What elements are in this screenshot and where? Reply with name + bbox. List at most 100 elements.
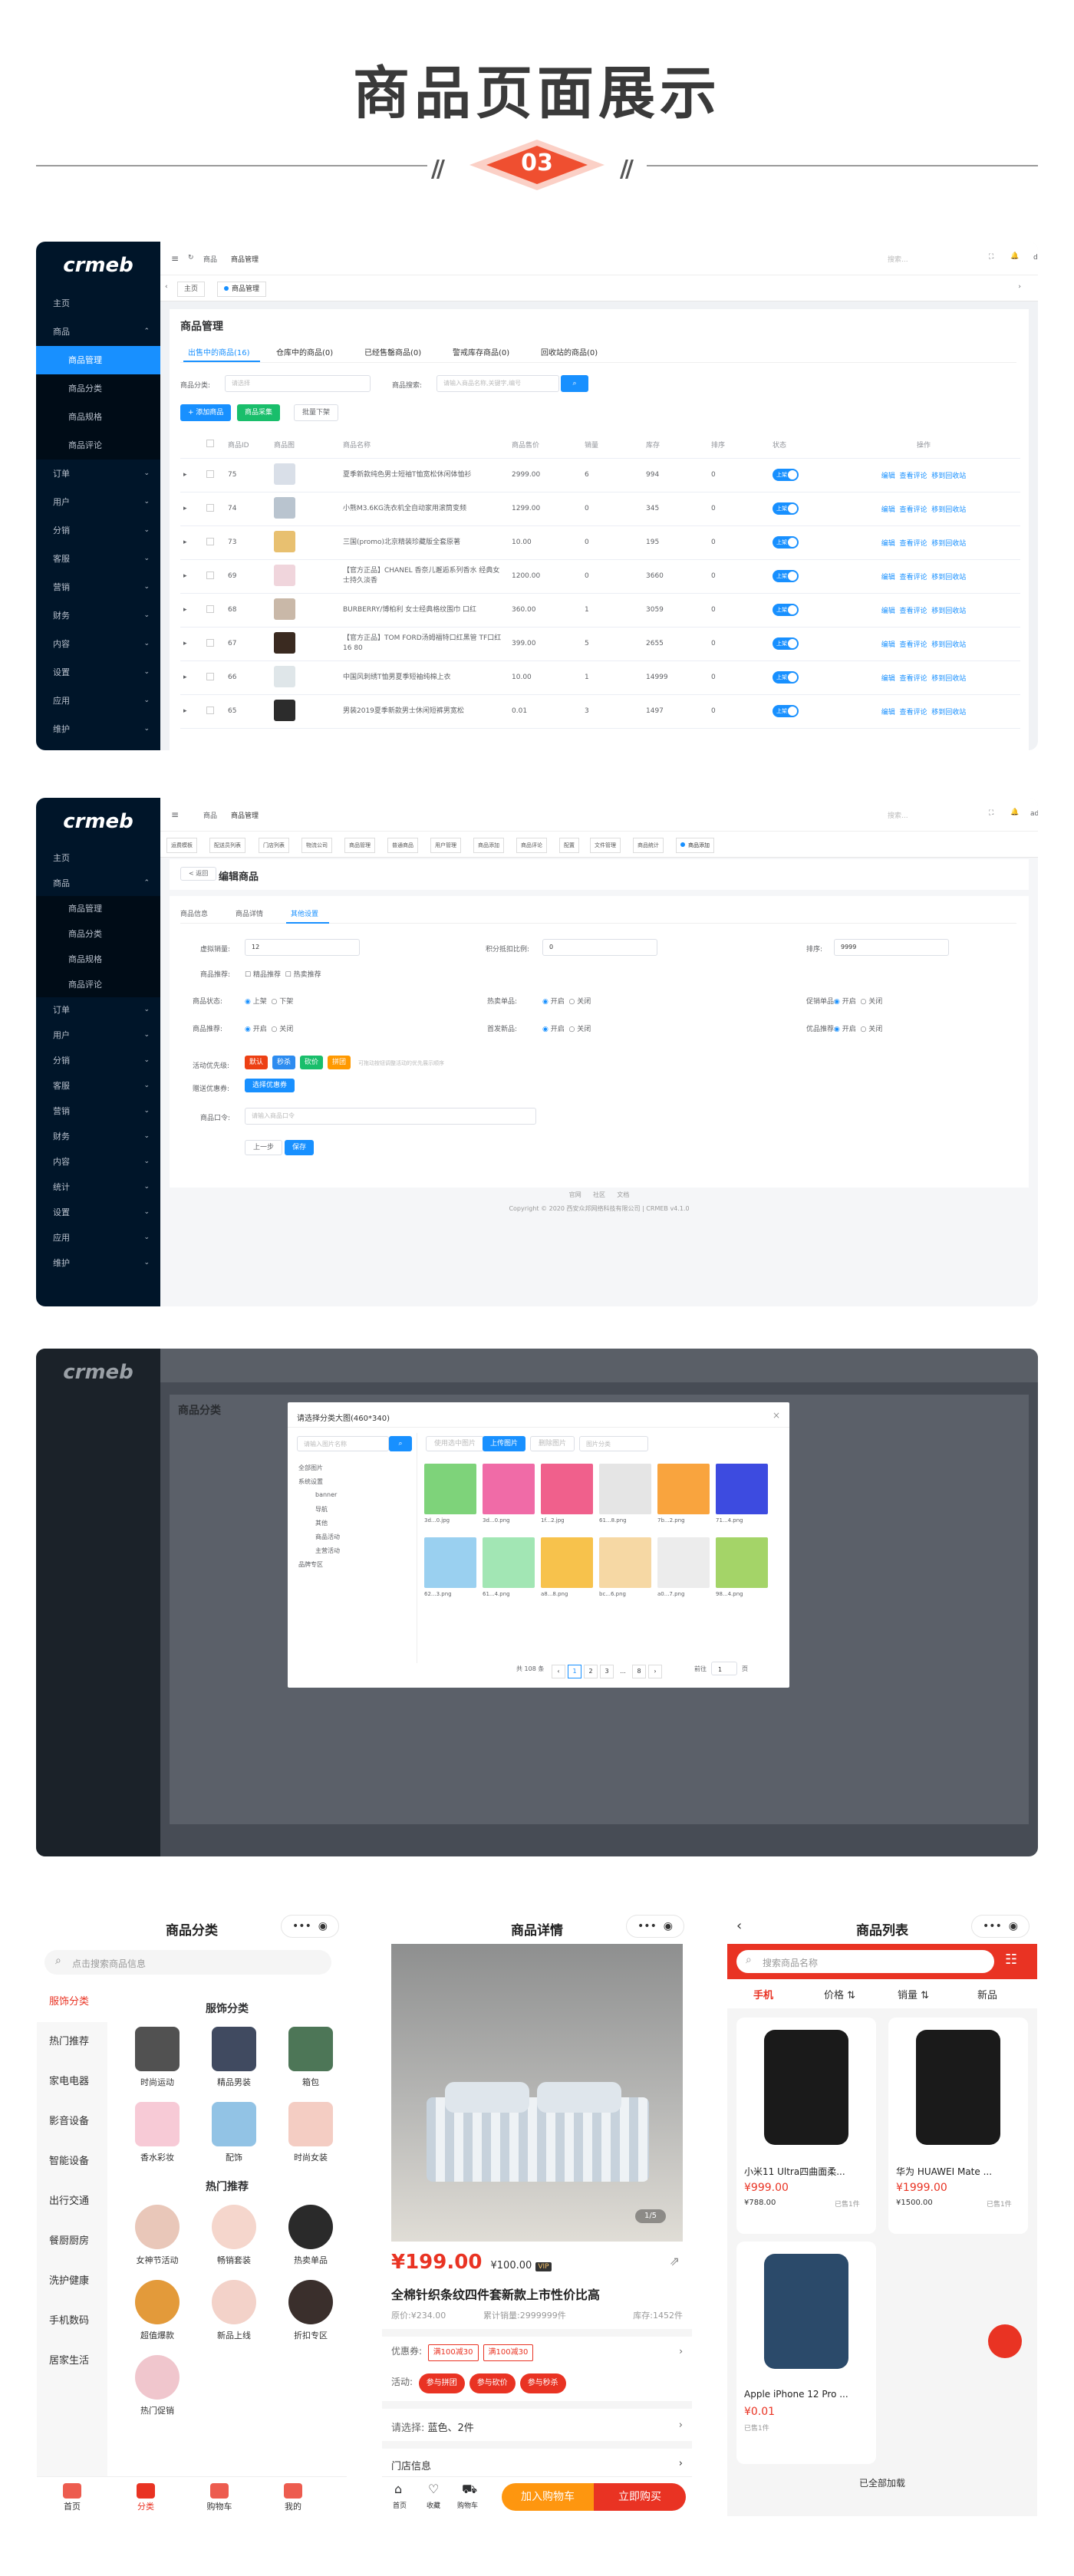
tree-node[interactable]: 商品活动 [315,1533,340,1541]
sidebar-item[interactable]: 统计 ⌄ [36,1174,160,1200]
image-thumbnail[interactable] [541,1537,593,1588]
sidebar-item-goods[interactable]: 商品 ⌃ [36,318,160,346]
tag-item[interactable]: 用户管理 [430,838,461,853]
category-item[interactable]: 热门推荐 [37,2022,107,2062]
category-item[interactable]: 服饰分类 [37,1982,107,2022]
tab-favorite[interactable]: 收藏 [427,2500,440,2510]
radio-group[interactable]: ◉ 开启 ○ 关闭 [245,1023,293,1033]
tag-item[interactable]: 物流公司 [301,838,332,853]
bell-icon[interactable]: 🔔 [1010,252,1019,260]
status-toggle[interactable]: 上架 [773,469,799,481]
tag-item[interactable]: 商品统计 [633,838,664,853]
pager-page[interactable]: 1 [568,1665,581,1678]
tab-cart[interactable]: 购物车 [457,2500,478,2510]
tab-price[interactable]: 价格 ⇅ [824,1987,855,2001]
share-icon[interactable]: ⇗ [670,2254,680,2268]
image-thumbnail[interactable] [716,1537,768,1588]
table-row[interactable]: ▸ 69 【官方正品】CHANEL 香奈儿邂逅系列香水 经典女士持久淡香 120… [180,559,1020,594]
tag-item[interactable]: 运费模板 [166,838,197,853]
row-checkbox[interactable] [206,638,214,647]
row-checkbox[interactable] [206,469,214,478]
view-comment-link[interactable]: 查看评论 [899,574,927,581]
tab-other[interactable]: 其他设置 [291,908,318,918]
sidebar-item-marketing[interactable]: 营销 ⌄ [36,573,160,601]
sidebar-item-order[interactable]: 订单 ⌄ [36,460,160,488]
tab-on-sale[interactable]: 出售中的商品(16) [188,346,250,357]
pager-next[interactable]: › [648,1665,662,1678]
view-comment-link[interactable]: 查看评论 [899,506,927,514]
tab-sales[interactable]: 销量 ⇅ [898,1987,929,2001]
tab-detail[interactable]: 商品详情 [236,908,263,918]
tab-cart[interactable]: 购物车 [196,2500,242,2512]
move-to-recycle-link[interactable]: 移到回收站 [931,574,966,581]
table-row[interactable]: ▸ 66 中国风刺绣T恤男夏季短袖纯棉上衣 10.00 1 14999 0 上架… [180,660,1020,695]
sort-input[interactable]: 9999 [834,939,949,956]
capsule-menu[interactable]: ••• ◉ [971,1915,1030,1938]
category-item[interactable]: 智能设备 [37,2142,107,2182]
sidebar-item[interactable]: 内容 ⌄ [36,1149,160,1174]
select-coupon-button[interactable]: 选择优惠券 [245,1079,295,1092]
add-to-cart-button[interactable]: 加入购物车 [502,2483,594,2511]
tag-item[interactable]: 普通商品 [387,838,418,853]
image-thumbnail[interactable] [657,1537,710,1588]
tree-node[interactable]: 主营活动 [315,1547,340,1555]
tab-phone[interactable]: 手机 [753,1987,773,2001]
edit-link[interactable]: 编辑 [881,473,895,480]
layout-toggle-icon[interactable]: ☷ [1005,1952,1017,1968]
sidebar-item-home[interactable]: 主页 [36,289,160,318]
status-toggle[interactable]: 上架 [773,570,799,582]
sidebar-item[interactable]: 商品分类 [36,921,160,947]
row-checkbox[interactable] [206,537,214,545]
category-item[interactable]: 出行交通 [37,2182,107,2222]
move-to-recycle-link[interactable]: 移到回收站 [931,540,966,548]
view-comment-link[interactable]: 查看评论 [899,709,927,716]
move-to-recycle-link[interactable]: 移到回收站 [931,641,966,649]
product-card[interactable]: 小米11 Ultra四曲面柔... ¥999.00 ¥788.00 已售1件 [736,2018,876,2234]
image-thumbnail[interactable] [599,1464,651,1514]
radio-group[interactable]: ◉ 开启 ○ 关闭 [834,996,882,1006]
sidebar-item-settings[interactable]: 设置 ⌄ [36,658,160,687]
table-row[interactable]: ▸ 68 BURBERRY/博柏利 女士经典格纹围巾 口红 360.00 1 3… [180,593,1020,628]
fullscreen-icon[interactable]: ⛶ [989,809,993,817]
image-search-input[interactable]: 请输入图片名称 [297,1436,389,1451]
fullscreen-icon[interactable]: ⛶ [989,253,993,261]
footer-link[interactable]: 社区 [593,1191,605,1198]
radio-group[interactable]: ◉ 开启 ○ 关闭 [542,996,591,1006]
view-comment-link[interactable]: 查看评论 [899,540,927,548]
sidebar-item[interactable]: 订单 ⌄ [36,997,160,1023]
table-row[interactable]: ▸ 65 男装2019夏季新款男士休闲短裤男宽松 0.01 3 1497 0 上… [180,694,1020,729]
tree-node[interactable]: 系统设置 [298,1477,323,1486]
username[interactable]: admin [1030,810,1038,818]
tag-item[interactable]: 文件管理 [590,838,621,853]
pager-page[interactable]: 8 [632,1665,646,1678]
sidebar-item-maintain[interactable]: 维护 ⌄ [36,715,160,743]
view-comment-link[interactable]: 查看评论 [899,641,927,649]
image-thumbnail[interactable] [424,1464,476,1514]
edit-link[interactable]: 编辑 [881,709,895,716]
edit-link[interactable]: 编辑 [881,506,895,514]
image-thumbnail[interactable] [483,1537,535,1588]
view-comment-link[interactable]: 查看评论 [899,608,927,615]
join-seckill-button[interactable]: 参与秒杀 [519,2373,566,2393]
tag-item[interactable]: 配送员列表 [209,838,245,853]
bell-icon[interactable]: 🔔 [1010,809,1019,816]
move-to-recycle-link[interactable]: 移到回收站 [931,473,966,480]
sidebar-item-apps[interactable]: 应用 ⌄ [36,687,160,715]
sidebar-item-goods-category[interactable]: 商品分类 [36,374,160,403]
cart-icon[interactable]: ⛟ [462,2482,477,2498]
tag-item[interactable]: 配置 [559,838,579,853]
view-comment-link[interactable]: 查看评论 [899,675,927,683]
use-selected-button[interactable]: 使用选中图片 [426,1436,485,1451]
status-toggle[interactable]: 上架 [773,536,799,548]
view-comment-link[interactable]: 查看评论 [899,473,927,480]
buy-now-button[interactable]: 立即购买 [594,2483,686,2511]
image-category-select[interactable]: 图片分类 [579,1436,648,1451]
tab-warehouse[interactable]: 仓库中的商品(0) [276,346,333,357]
tree-node[interactable]: banner [315,1491,337,1498]
tab-mine[interactable]: 我的 [270,2500,316,2512]
category-grid-item[interactable]: 箱包 [276,2027,345,2088]
row-checkbox[interactable] [206,706,214,714]
sidebar-item-goods-comment[interactable]: 商品评论 [36,431,160,460]
sidebar-item-goods-spec[interactable]: 商品规格 [36,403,160,431]
sidebar-item-user[interactable]: 用户 ⌄ [36,488,160,516]
